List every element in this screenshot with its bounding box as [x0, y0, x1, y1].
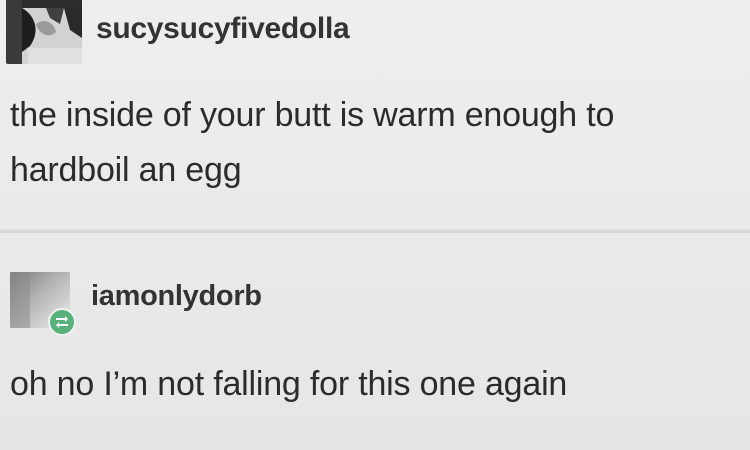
post-reblog: iamonlydorb oh no I’m not falling for th…	[0, 232, 750, 450]
post-original: sucysucyfivedolla the inside of your but…	[0, 0, 750, 230]
username[interactable]: iamonlydorb	[91, 280, 262, 313]
user-avatar-icon[interactable]	[6, 0, 82, 64]
username[interactable]: sucysucyfivedolla	[96, 12, 350, 46]
post-body: oh no I’m not falling for this one again	[10, 357, 567, 412]
post-body-line: the inside of your butt is warm enough t…	[10, 96, 615, 134]
avatar-image	[6, 0, 82, 64]
post-body-line: hardboil an egg	[10, 151, 242, 189]
post-body: the inside of your butt is warm enough t…	[10, 88, 614, 198]
reblog-thread: sucysucyfivedolla the inside of your but…	[0, 0, 750, 450]
reblog-arrows-icon	[56, 316, 68, 328]
reblog-icon	[48, 308, 76, 336]
post-body-line: oh no I’m not falling for this one again	[10, 365, 568, 403]
